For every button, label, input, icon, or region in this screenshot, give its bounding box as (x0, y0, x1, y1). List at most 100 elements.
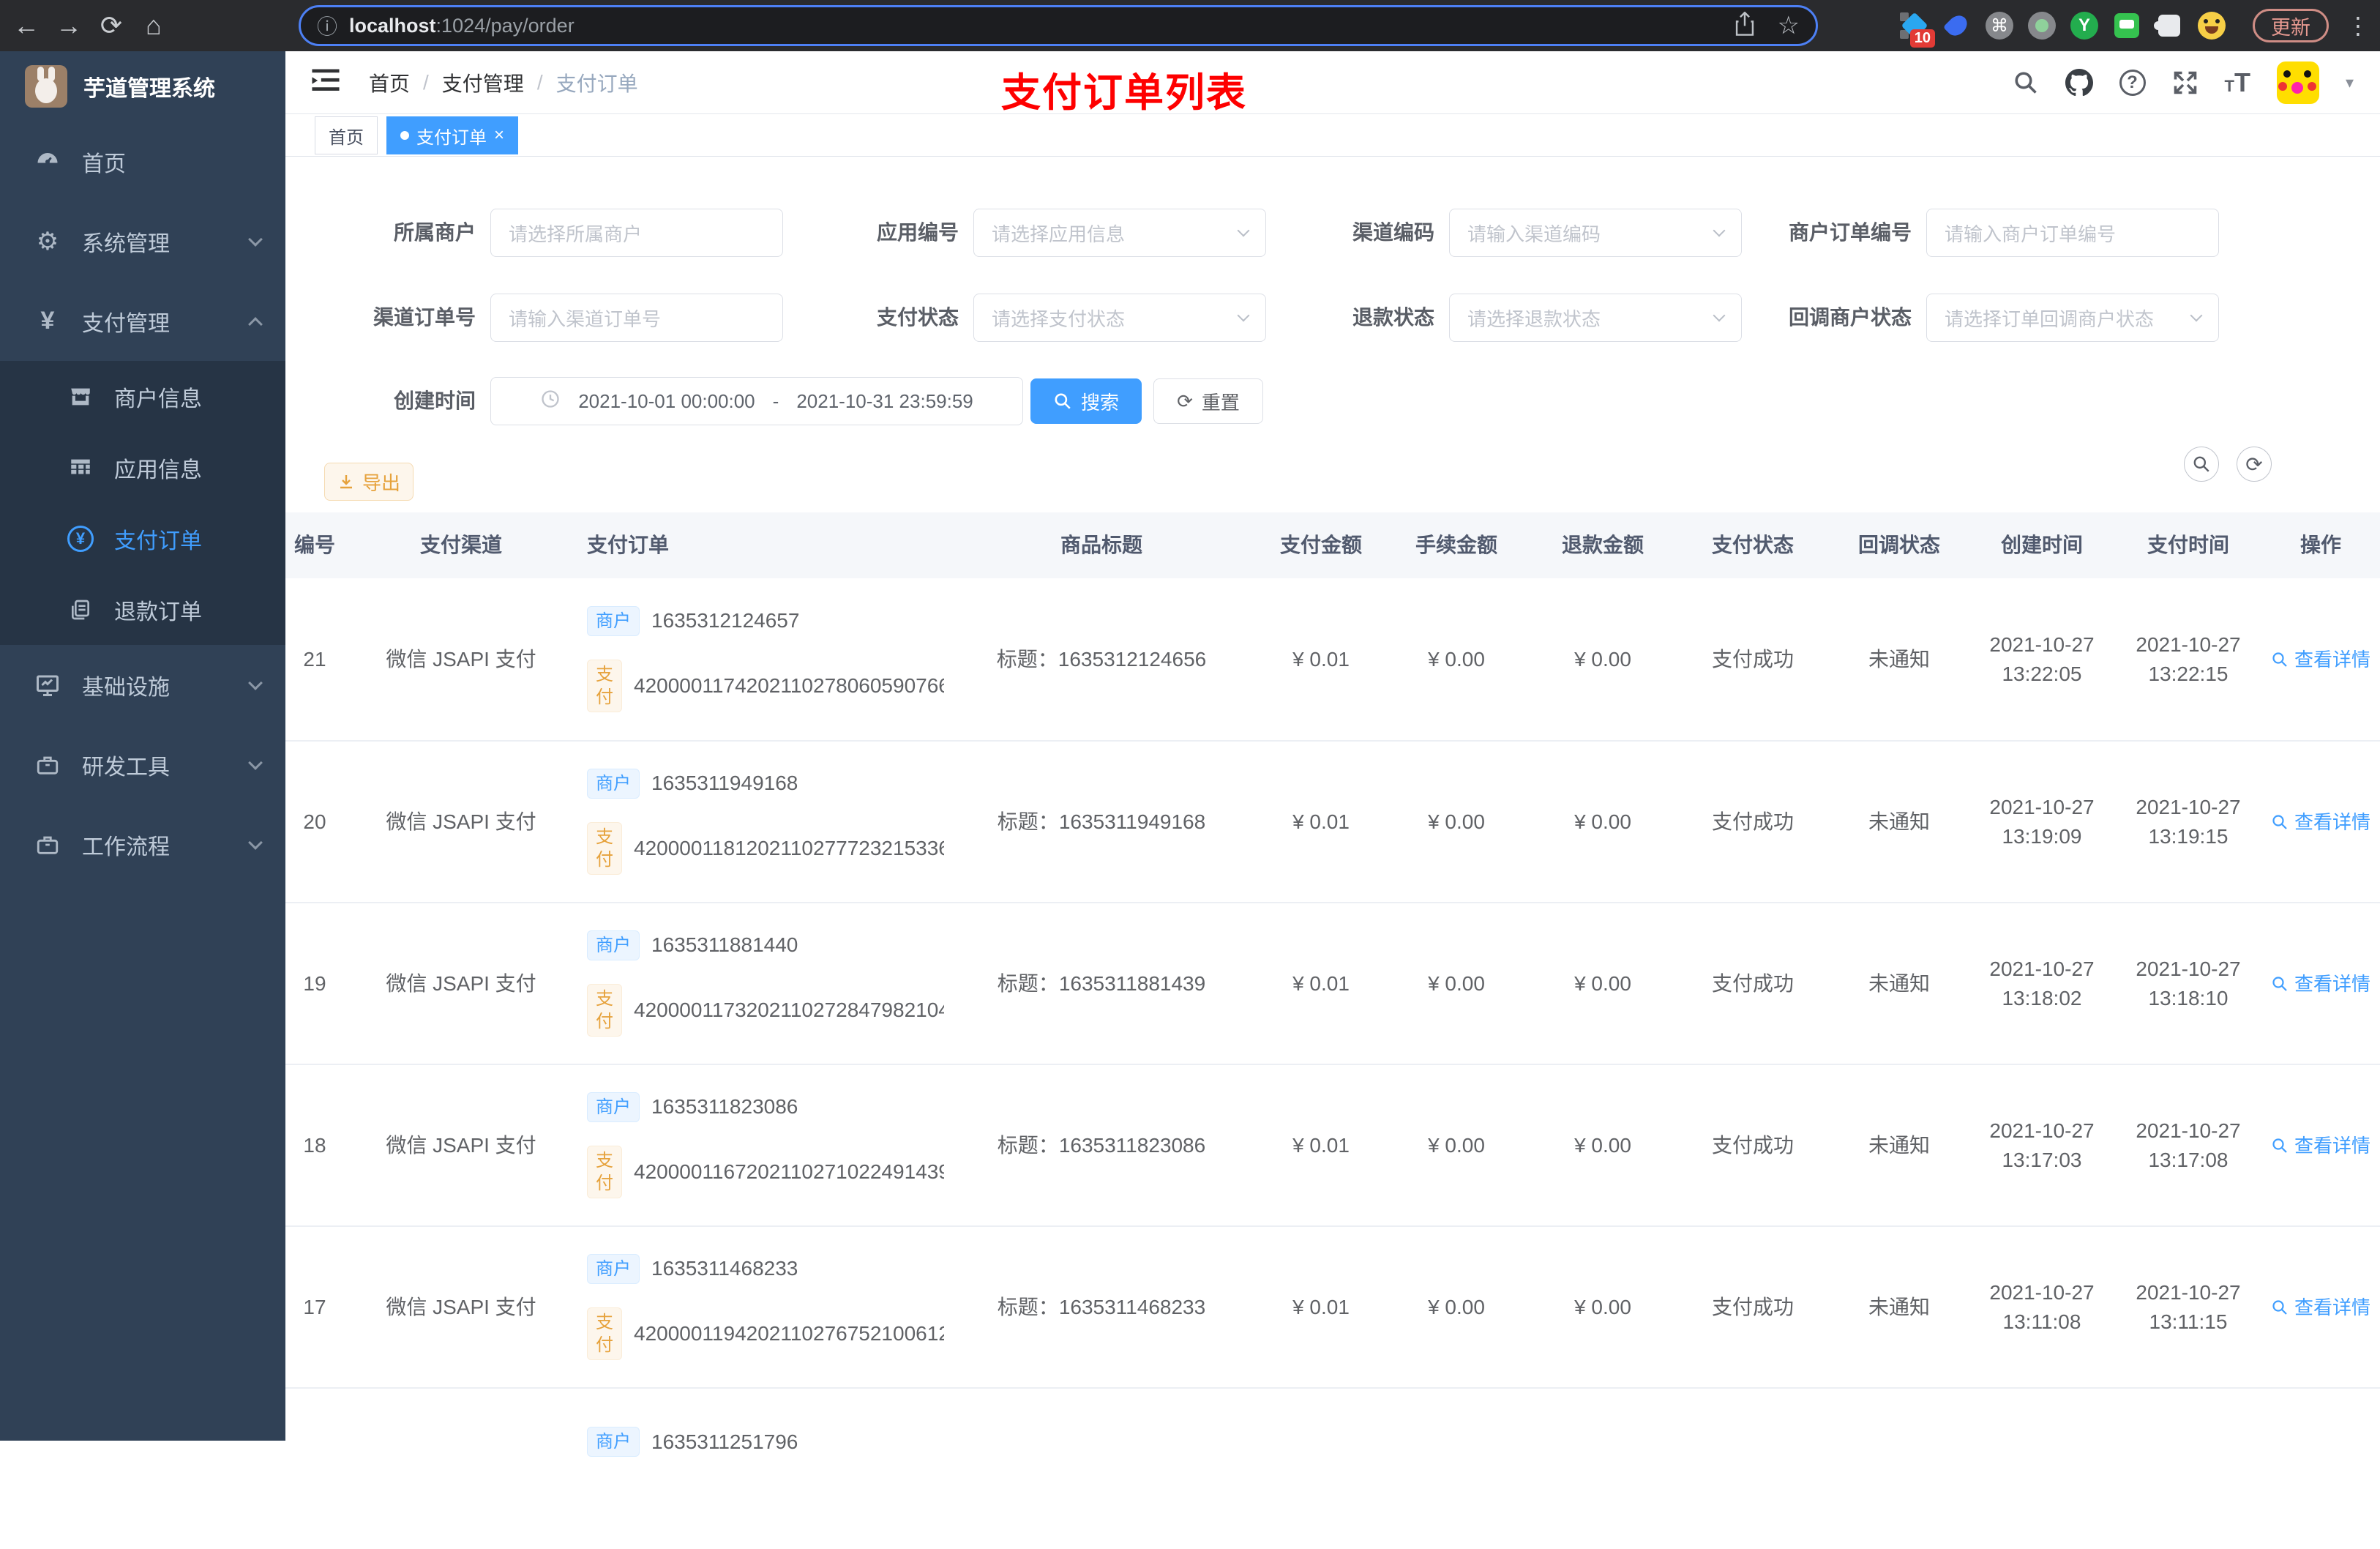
pay-status-select[interactable]: 请选择支付状态 (973, 294, 1266, 342)
pay-order-no: 4200001194202110276752100612 (634, 1322, 944, 1345)
col-product-title: 商品标题 (1060, 534, 1142, 556)
cell-fee-amount: ¥ 0.00 (1428, 1295, 1485, 1318)
col-actions: 操作 (2299, 534, 2341, 556)
cell-pay-time: 2021-10-27 13:22:15 (2136, 632, 2241, 685)
view-detail-link[interactable]: 查看详情 (2271, 1293, 2370, 1322)
view-detail-link[interactable]: 查看详情 (2271, 807, 2370, 837)
extension-record-icon[interactable] (2027, 11, 2057, 40)
user-avatar[interactable] (2276, 61, 2319, 104)
view-detail-link[interactable]: 查看详情 (2271, 645, 2370, 674)
browser-reload-icon[interactable]: ⟳ (91, 0, 132, 51)
browser-home-icon[interactable]: ⌂ (133, 0, 174, 51)
share-icon[interactable] (1734, 10, 1756, 40)
browser-menu-icon[interactable]: ⋮ (2346, 0, 2370, 51)
extensions-puzzle-icon[interactable] (2154, 11, 2184, 40)
sidebar-item-merchant-info[interactable]: 商户信息 (0, 361, 285, 432)
sidebar-item-home[interactable]: 首页 (0, 122, 285, 201)
sidebar-fold-icon[interactable] (312, 68, 340, 97)
cell-pay-amount: ¥ 0.01 (1292, 1133, 1350, 1157)
cell-pay-status: 支付成功 (1711, 647, 1794, 671)
sidebar-item-refund-order[interactable]: 退款订单 (0, 574, 285, 645)
breadcrumb-home[interactable]: 首页 (369, 68, 410, 97)
sidebar-item-label: 工作流程 (82, 835, 170, 859)
address-bar[interactable]: ⓘ localhost :1024/pay/order ☆ (299, 5, 1818, 46)
view-detail-link[interactable]: 查看详情 (2271, 969, 2370, 999)
cell-id: 20 (303, 810, 326, 833)
search-button[interactable]: 搜索 (1030, 378, 1142, 424)
refresh-table-button[interactable]: ⟳ (2237, 447, 2272, 482)
create-time-range-picker[interactable]: 2021-10-01 00:00:00 - 2021-10-31 23:59:5… (490, 377, 1023, 425)
sidebar-item-payment[interactable]: ¥ 支付管理 (0, 281, 285, 361)
merchant-order-no-input[interactable]: 请输入商户订单编号 (1926, 209, 2219, 257)
reset-button-label: 重置 (1201, 391, 1240, 414)
extension-chat-icon[interactable] (2112, 11, 2141, 40)
cell-actions: 查看详情 (2261, 1293, 2380, 1322)
pay-order-no: 4200001167202110271022491439 (634, 1160, 944, 1184)
extension-y-icon[interactable]: Y (2070, 11, 2099, 40)
avatar-caret-icon[interactable]: ▾ (2346, 73, 2354, 92)
font-size-icon[interactable]: TT (2225, 67, 2250, 98)
filter-label-pay-status: 支付状态 (876, 306, 959, 329)
pay-tag: 支付 (587, 983, 622, 1037)
cell-pay-time: 2021-10-27 13:11:15 (2136, 1280, 2241, 1333)
reset-button[interactable]: ⟳ 重置 (1153, 378, 1263, 424)
bookmark-star-icon[interactable]: ☆ (1778, 11, 1800, 40)
merchant-order-no: 1635311881440 (651, 933, 798, 957)
browser-forward-icon[interactable]: → (48, 0, 89, 51)
sidebar-item-label: 研发工具 (82, 755, 170, 780)
tab-pay-order[interactable]: 支付订单 × (386, 116, 519, 154)
chevron-down-icon (248, 755, 263, 770)
app-no-select[interactable]: 请选择应用信息 (973, 209, 1266, 257)
tab-close-icon[interactable]: × (494, 125, 504, 146)
callback-status-select[interactable]: 请选择订单回调商户状态 (1926, 294, 2219, 342)
view-detail-link[interactable]: 查看详情 (2271, 1131, 2370, 1160)
cell-create-time: 2021-10-27 13:19:09 (1989, 795, 2095, 848)
sidebar-item-app-info[interactable]: 应用信息 (0, 432, 285, 503)
pay-order-no: 4200001173202110272847982104 (634, 999, 944, 1022)
help-icon[interactable]: ? (2119, 69, 2146, 96)
cell-pay-order: 商户 1635311823086 支付 4200001167202110271022… (578, 1091, 944, 1199)
search-icon[interactable] (2013, 70, 2039, 96)
site-info-icon[interactable]: ⓘ (317, 11, 337, 40)
input-placeholder: 请输入渠道订单号 (509, 307, 662, 330)
merchant-tag: 商户 (587, 1253, 640, 1284)
fullscreen-icon[interactable] (2172, 70, 2198, 96)
breadcrumb: 首页 / 支付管理 / 支付订单 (369, 68, 638, 97)
cell-product-title: 标题： 1635311823086 (997, 1133, 1206, 1157)
breadcrumb-separator: / (423, 70, 429, 94)
search-button-label: 搜索 (1080, 391, 1119, 414)
extension-drop-icon[interactable] (1942, 11, 1972, 40)
table-row: 17 微信 JSAPI 支付 商户 1635311468233 支付 4200001… (285, 1225, 2380, 1387)
browser-back-icon[interactable]: ← (6, 0, 47, 51)
select-placeholder: 请选择退款状态 (1467, 307, 1601, 330)
extension-command-icon[interactable]: ⌘ (1985, 11, 2014, 40)
github-icon[interactable] (2065, 68, 2093, 97)
extension-diamond-icon[interactable]: 10 (1900, 11, 1935, 48)
pay-order-no: 4200001181202110277723215336 (634, 837, 944, 860)
select-placeholder: 请选择订单回调商户状态 (1945, 307, 2155, 330)
table-row: 19 微信 JSAPI 支付 商户 1635311881440 支付 4200001… (285, 902, 2380, 1064)
sidebar-item-devtools[interactable]: 研发工具 (0, 725, 285, 805)
cell-pay-status: 支付成功 (1711, 810, 1794, 833)
breadcrumb-payment[interactable]: 支付管理 (442, 68, 524, 97)
hide-search-button[interactable] (2184, 447, 2219, 482)
sidebar-item-infra[interactable]: 基础设施 (0, 645, 285, 725)
export-button[interactable]: 导出 (324, 463, 413, 501)
tab-home[interactable]: 首页 (315, 116, 378, 154)
sidebar-item-pay-order[interactable]: ¥ 支付订单 (0, 503, 285, 574)
sidebar-logo[interactable]: 芋道管理系统 (0, 51, 285, 122)
sidebar-item-label: 首页 (82, 152, 126, 176)
tags-view-bar: 首页 支付订单 × (285, 115, 2380, 157)
cell-channel: 微信 JSAPI 支付 (386, 1295, 536, 1318)
profile-smiley-icon[interactable] (2197, 11, 2226, 40)
table-row-partial: 商户 1635311251796 (285, 1387, 2380, 1549)
date-end-value: 2021-10-31 23:59:59 (796, 389, 973, 412)
shop-icon (66, 384, 95, 409)
cell-create-time: 2021-10-27 13:11:08 (1989, 1280, 2095, 1333)
main-area: 首页 / 支付管理 / 支付订单 支付订单列表 ? TT ▾ 首页 支付订单 ×… (285, 51, 2380, 1457)
sidebar-item-workflow[interactable]: 工作流程 (0, 805, 285, 884)
sidebar-item-system[interactable]: ⚙ 系统管理 (0, 201, 285, 281)
refresh-icon: ⟳ (2245, 452, 2263, 476)
browser-update-button[interactable]: 更新 (2253, 9, 2329, 42)
cell-refund-amount: ¥ 0.00 (1574, 810, 1631, 833)
